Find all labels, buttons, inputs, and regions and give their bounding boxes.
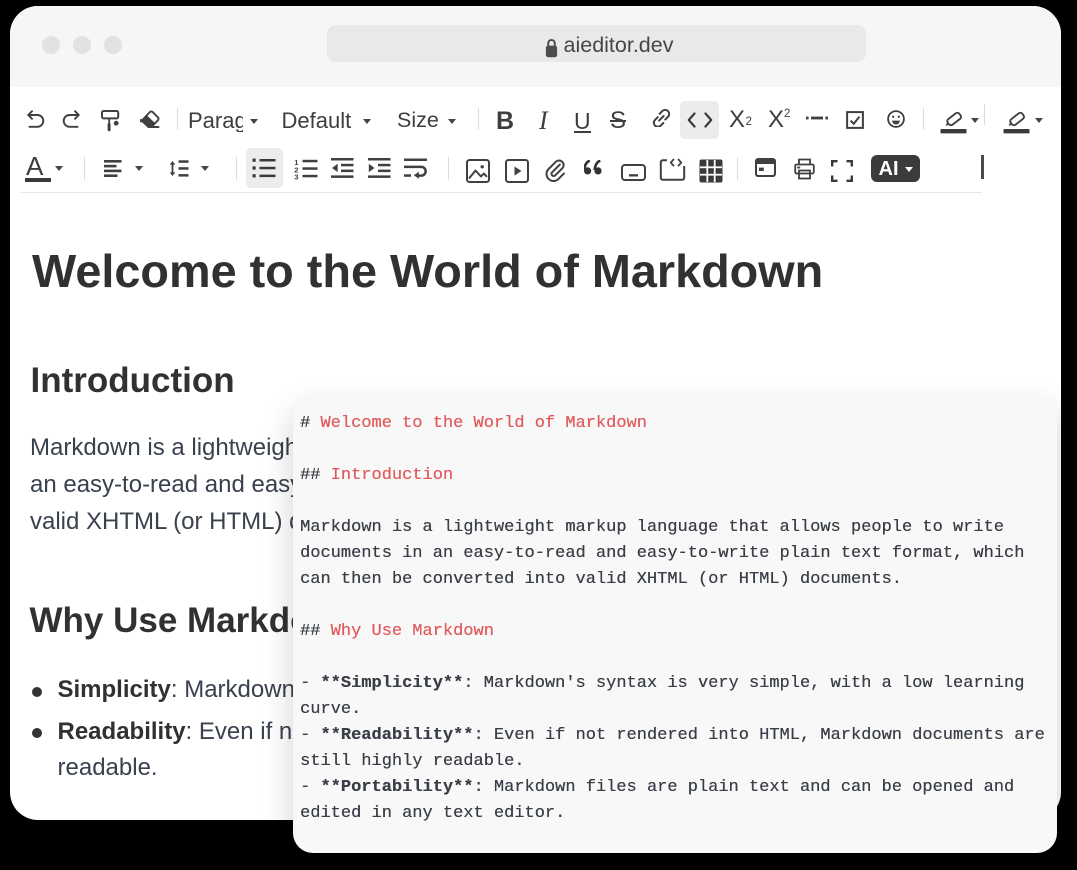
svg-text:3: 3 bbox=[294, 173, 298, 182]
